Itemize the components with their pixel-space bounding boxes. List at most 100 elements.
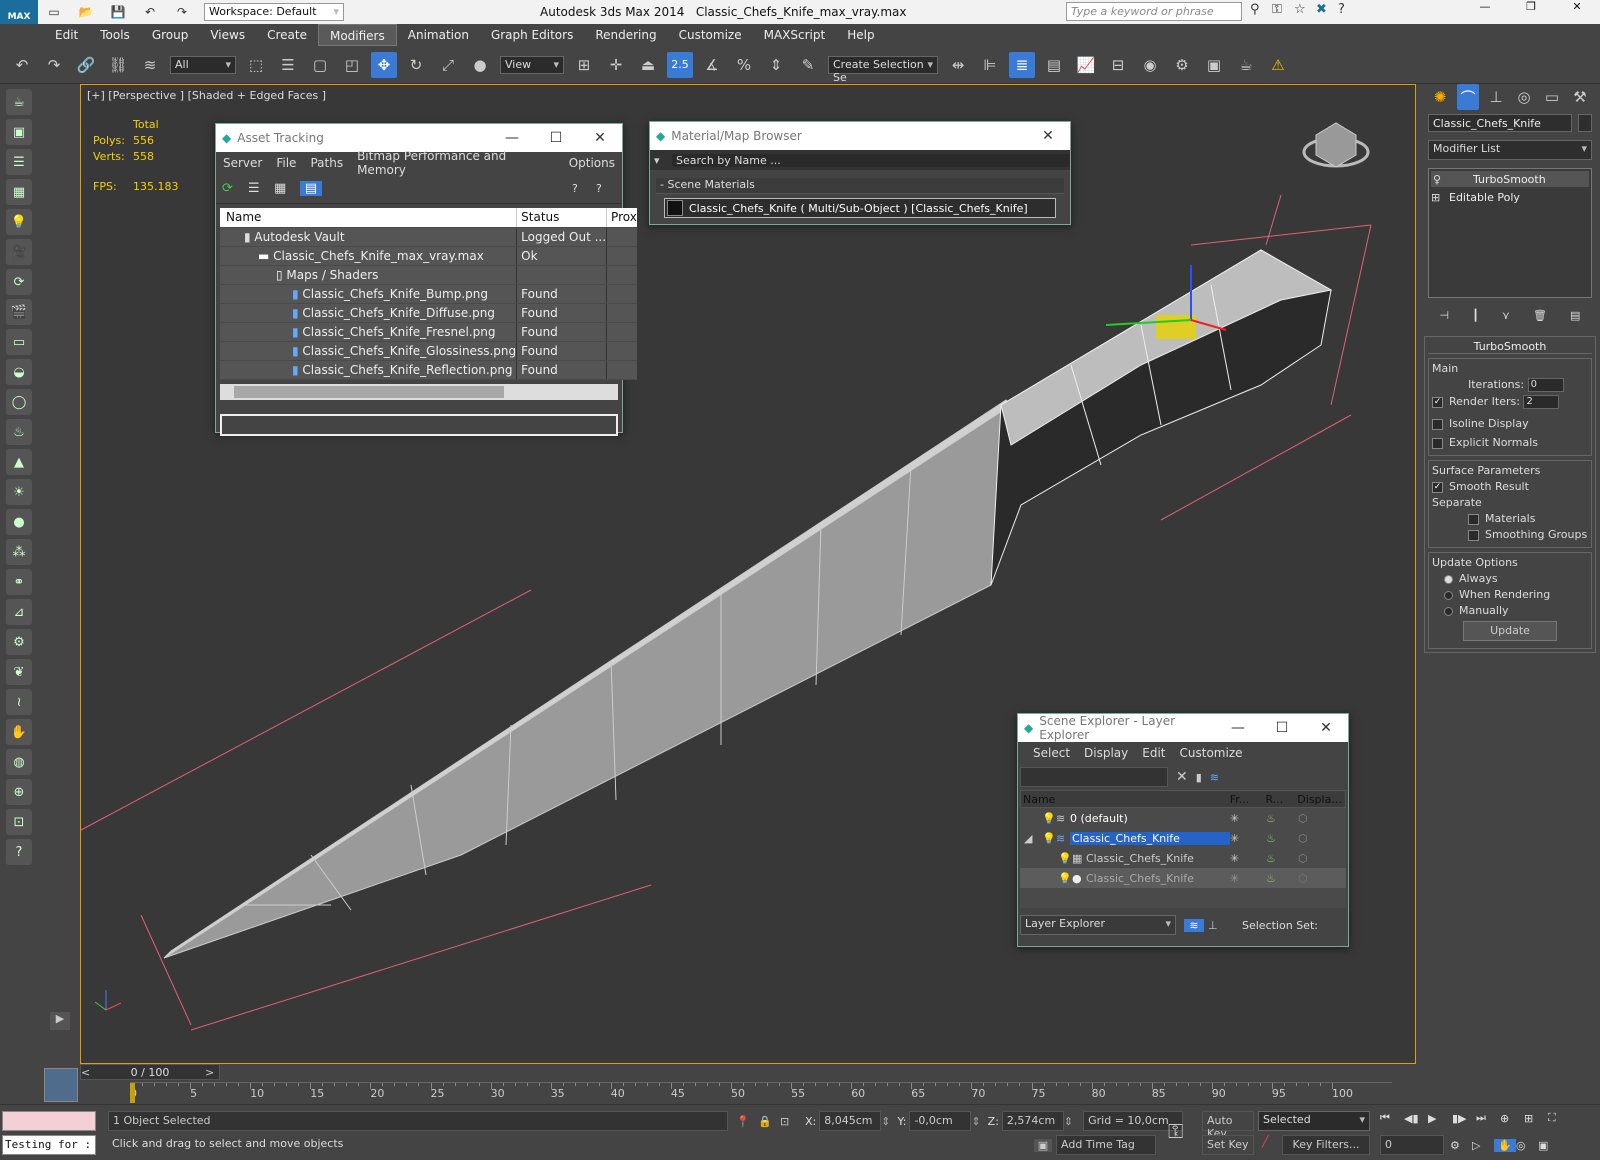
x-coordinate-field[interactable]: 8,045cm xyxy=(819,1111,882,1131)
table-view-icon[interactable]: ▤ xyxy=(300,181,322,196)
menu-create[interactable]: Create xyxy=(256,24,318,46)
light-bulb-icon[interactable]: 💡 xyxy=(1042,812,1056,825)
update-button[interactable]: Update xyxy=(1463,621,1557,641)
list-item[interactable]: ◢ 💡 ≋ Classic_Chefs_Knife ✳ ♨ ⬡ xyxy=(1020,828,1346,848)
angle-snap-icon[interactable]: ∡ xyxy=(699,52,725,78)
menu-maxscript[interactable]: MAXScript xyxy=(753,24,837,46)
key-mode-icon[interactable]: ⚿ xyxy=(1168,1119,1183,1143)
always-radio[interactable] xyxy=(1444,574,1453,584)
render-setup-icon[interactable]: ⚙ xyxy=(1169,52,1195,78)
menu-edit[interactable]: Edit xyxy=(44,24,89,46)
mirror-icon[interactable]: ⇹ xyxy=(945,52,971,78)
material-editor-icon[interactable]: ◉ xyxy=(1137,52,1163,78)
schematic-view-icon[interactable]: ⊟ xyxy=(1105,52,1131,78)
close-icon[interactable]: ✕ xyxy=(1026,128,1070,144)
layers-toggle-icon[interactable]: ≋ xyxy=(1184,918,1204,932)
light-bulb-icon[interactable]: 💡 xyxy=(6,209,32,235)
horizontal-scrollbar[interactable] xyxy=(220,383,618,400)
modifier-list-dropdown[interactable]: Modifier List xyxy=(1428,140,1592,160)
redo-icon[interactable]: ↷ xyxy=(41,52,67,78)
table-row[interactable]: ▮ Classic_Chefs_Knife_Glossiness.png Foun… xyxy=(220,341,637,361)
globe-icon[interactable]: ◍ xyxy=(6,749,32,775)
window-crossing-icon[interactable]: ◰ xyxy=(339,52,365,78)
render-teapot-icon[interactable]: ♨ xyxy=(1266,812,1298,825)
se-menu-select[interactable]: Select xyxy=(1026,746,1077,760)
help-circle-icon[interactable]: ? xyxy=(6,839,32,865)
col-name[interactable]: Name xyxy=(220,208,518,228)
hierarchy-icon[interactable]: ⊥ xyxy=(1208,919,1228,932)
redo-icon[interactable]: ↷ xyxy=(169,0,195,25)
app-logo[interactable]: MAX xyxy=(0,0,38,24)
key-mode-dropdown[interactable]: Selected xyxy=(1258,1111,1370,1131)
teapot-icon[interactable]: ☕ xyxy=(6,89,32,115)
se-menu-customize[interactable]: Customize xyxy=(1173,746,1250,760)
when-rendering-radio[interactable] xyxy=(1444,590,1453,600)
unlink-icon[interactable]: ⛓ xyxy=(105,52,131,78)
display-box-icon[interactable]: ⬡ xyxy=(1298,872,1308,885)
next-key-icon[interactable]: ▮▶ xyxy=(1452,1112,1476,1125)
percent-snap-icon[interactable]: % xyxy=(731,52,757,78)
freeze-icon[interactable]: ✳ xyxy=(1230,872,1266,885)
placement-icon[interactable]: ● xyxy=(467,52,493,78)
box-icon[interactable]: ▭ xyxy=(6,329,32,355)
camera-icon[interactable]: 🎥 xyxy=(6,239,32,265)
selection-filter-dropdown[interactable]: All xyxy=(170,55,236,74)
se-col-freeze[interactable]: Fr... xyxy=(1230,793,1266,806)
asset-tracking-titlebar[interactable]: ◆ Asset Tracking — ☐ ✕ xyxy=(216,124,622,152)
maxscript-mini-listener[interactable] xyxy=(2,1111,96,1131)
layers-icon[interactable]: ≋ xyxy=(1210,771,1219,784)
next-frame-icon[interactable]: > xyxy=(205,1066,219,1079)
col-proxy[interactable]: Prox xyxy=(606,208,637,228)
hierarchy-tab-icon[interactable]: ⊥ xyxy=(1485,84,1507,110)
add-time-tag[interactable]: Add Time Tag xyxy=(1056,1135,1156,1155)
material-browser-window[interactable]: ◆ Material/Map Browser ✕ ▾ Search by Nam… xyxy=(649,121,1071,225)
go-to-end-icon[interactable]: ⏭ xyxy=(1476,1111,1500,1125)
maximize-toggle-icon[interactable]: ▣ xyxy=(1538,1139,1560,1152)
warning-icon[interactable]: ⚠ xyxy=(1265,52,1291,78)
light-bulb-icon[interactable]: 💡 xyxy=(1042,832,1056,845)
time-cursor[interactable] xyxy=(130,1083,135,1103)
se-menu-display[interactable]: Display xyxy=(1077,746,1135,760)
utilities-tab-icon[interactable]: ⚒ xyxy=(1569,84,1591,110)
expand-plus-icon[interactable]: ⊞ xyxy=(1431,191,1445,204)
scene-explorer-titlebar[interactable]: ◆ Scene Explorer - Layer Explorer — ☐ ✕ xyxy=(1018,714,1348,742)
star-icon[interactable]: ☆ xyxy=(1294,2,1316,17)
y-coordinate-field[interactable]: -0,0cm xyxy=(909,1111,972,1131)
spinner-snap-icon[interactable]: ⇕ xyxy=(763,52,789,78)
display-tab-icon[interactable]: ▭ xyxy=(1541,84,1563,110)
remove-modifier-icon[interactable]: 🗑 xyxy=(1533,309,1547,322)
display-box-icon[interactable]: ⬡ xyxy=(1298,832,1308,845)
sphere-icon[interactable]: ● xyxy=(6,509,32,535)
bulb-icon[interactable]: ♀ xyxy=(1431,173,1445,186)
explorer-type-dropdown[interactable]: Layer Explorer xyxy=(1020,915,1176,935)
grid-icon[interactable]: ▦ xyxy=(6,179,32,205)
edit-named-selection-icon[interactable]: ✎ xyxy=(795,52,821,78)
render-iters-spinner[interactable]: 2 xyxy=(1523,395,1560,409)
time-config-icon[interactable]: ⚙ xyxy=(1450,1139,1472,1152)
particles-icon[interactable]: ⁂ xyxy=(6,539,32,565)
graphite-ribbon-icon[interactable]: ▤ xyxy=(1041,52,1067,78)
create-tab-icon[interactable]: ✺ xyxy=(1429,84,1451,110)
rect-selection-icon[interactable]: ▢ xyxy=(307,52,333,78)
named-selection-dropdown[interactable]: Create Selection Se xyxy=(828,55,938,84)
se-col-render[interactable]: R... xyxy=(1266,793,1298,806)
menu-tools[interactable]: Tools xyxy=(89,24,141,46)
mini-listener-icon[interactable] xyxy=(44,1068,78,1102)
absolute-mode-icon[interactable]: ⊡ xyxy=(780,1115,802,1128)
expand-arrow-icon[interactable]: ◢ xyxy=(1020,832,1042,845)
material-browser-titlebar[interactable]: ◆ Material/Map Browser ✕ xyxy=(650,122,1070,150)
key-filter-icon[interactable]: ╱ xyxy=(1262,1135,1269,1148)
info-icon[interactable]: ? xyxy=(596,182,616,195)
stack-item-turbosmooth[interactable]: ♀ TurboSmooth xyxy=(1431,171,1589,187)
turbosmooth-title[interactable]: TurboSmooth xyxy=(1428,340,1592,354)
move-icon[interactable]: ✥ xyxy=(371,51,397,78)
dropdown-arrow-icon[interactable]: ▾ xyxy=(654,154,672,167)
scale-icon[interactable]: ⤢ xyxy=(435,52,461,78)
render-iters-checkbox[interactable]: ✓ xyxy=(1432,396,1443,408)
help-icon[interactable]: ? xyxy=(1338,2,1360,17)
display-box-icon[interactable]: ⬡ xyxy=(1298,812,1308,825)
view-cube-icon[interactable] xyxy=(1302,122,1370,168)
plant-icon[interactable]: ❦ xyxy=(6,659,32,685)
render-teapot-icon[interactable]: ♨ xyxy=(1266,872,1298,885)
sun-icon[interactable]: ☀ xyxy=(6,479,32,505)
